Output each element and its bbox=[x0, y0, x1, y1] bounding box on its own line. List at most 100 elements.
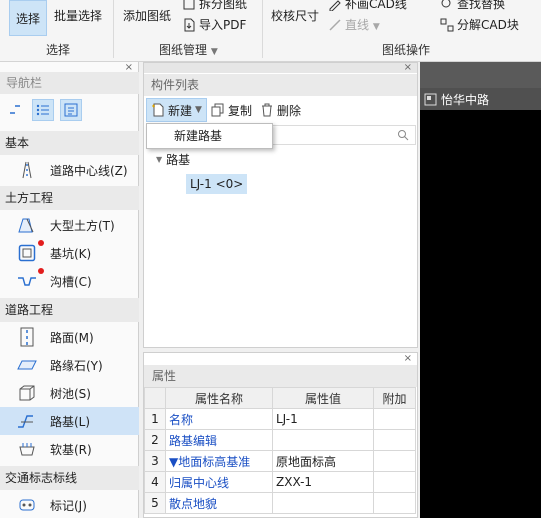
nav-title: 导航栏 bbox=[0, 72, 139, 94]
foundation-pit-icon bbox=[16, 240, 44, 264]
close-icon[interactable]: × bbox=[404, 353, 412, 364]
collapse-button[interactable] bbox=[4, 99, 26, 121]
row-index: 4 bbox=[144, 471, 166, 493]
canvas-tab-strip bbox=[420, 62, 541, 88]
nav-item-subgrade[interactable]: 路基(L) bbox=[0, 407, 139, 435]
nav-item-tree-pit[interactable]: 树池(S) bbox=[0, 379, 139, 407]
nav-item-label: 道路中心线(Z) bbox=[50, 163, 128, 178]
tree-node-subgrade[interactable]: ▼ 路基 bbox=[156, 151, 190, 168]
property-name: 散点地貌 bbox=[165, 492, 273, 514]
fill-cad-line-label: 补画CAD线 bbox=[345, 0, 407, 11]
split-drawing-label: 拆分图纸 bbox=[199, 0, 248, 11]
property-extra[interactable] bbox=[373, 492, 416, 514]
delete-button[interactable]: 删除 bbox=[256, 98, 305, 122]
import-pdf-label: 导入PDF bbox=[199, 18, 247, 32]
table-row[interactable]: 3 ▼地面标高基准 原地面标高 bbox=[144, 450, 416, 472]
component-list-title: 构件列表 bbox=[144, 74, 417, 96]
property-value[interactable]: 原地面标高 bbox=[272, 450, 374, 472]
explode-cad-label: 分解CAD块 bbox=[457, 18, 519, 32]
new-file-icon bbox=[152, 103, 164, 117]
new-button[interactable]: 新建 ▼ bbox=[146, 98, 207, 122]
table-row[interactable]: 5 散点地貌 bbox=[144, 492, 416, 514]
detail-view-button[interactable] bbox=[60, 99, 82, 121]
nav-item-label: 基坑(K) bbox=[50, 246, 92, 261]
detail-icon bbox=[64, 103, 78, 117]
split-drawing-button[interactable]: 拆分图纸 bbox=[182, 0, 247, 12]
pavement-icon bbox=[16, 326, 38, 348]
properties-title: 属性 bbox=[144, 365, 417, 387]
check-size-button[interactable]: 校核尺寸 bbox=[271, 7, 319, 24]
nav-item-label: 沟槽(C) bbox=[50, 274, 92, 289]
split-drawing-icon bbox=[183, 0, 195, 10]
property-value[interactable] bbox=[272, 429, 374, 451]
copy-icon bbox=[211, 103, 224, 117]
nav-item-curb[interactable]: 路缘石(Y) bbox=[0, 351, 139, 379]
list-view-button[interactable] bbox=[32, 99, 54, 121]
property-extra[interactable] bbox=[373, 450, 416, 472]
line-label: 直线 bbox=[345, 18, 370, 32]
line-button[interactable]: 直线 ▼ bbox=[328, 16, 380, 33]
nav-item-earthwork[interactable]: 大型土方(T) bbox=[0, 211, 139, 239]
new-label: 新建 bbox=[168, 103, 193, 118]
tree-leaf-lj1[interactable]: LJ-1 <0> bbox=[186, 174, 248, 194]
find-replace-icon bbox=[441, 0, 451, 8]
close-icon[interactable]: × bbox=[404, 62, 412, 73]
property-extra[interactable] bbox=[373, 429, 416, 451]
nav-item-label: 树池(S) bbox=[50, 386, 91, 401]
category-traffic-signs[interactable]: 交通标志标线 bbox=[0, 466, 139, 490]
properties-panel: × 属性 属性名称 属性值 附加 1 名称 LJ-1 2 路基编辑 3 ▼地面标… bbox=[143, 352, 418, 518]
chevron-down-icon: ▼ bbox=[195, 105, 202, 115]
property-extra[interactable] bbox=[373, 408, 416, 430]
nav-view-toolbar bbox=[4, 99, 82, 121]
property-value[interactable] bbox=[272, 492, 374, 514]
add-drawing-button[interactable]: 添加图纸 bbox=[123, 7, 171, 24]
component-list-panel: × 构件列表 新建 ▼ 复制 删除 ▼ 路基 LJ-1 <0> bbox=[143, 62, 418, 348]
drawing-mgmt-group-label[interactable]: 图纸管理 ▼ bbox=[159, 41, 218, 58]
drawing-tab[interactable]: 怡华中路 bbox=[420, 88, 541, 110]
group-divider bbox=[113, 0, 114, 58]
table-row[interactable]: 2 路基编辑 bbox=[144, 429, 416, 451]
property-name: 路基编辑 bbox=[165, 429, 273, 451]
fill-cad-line-button[interactable]: 补画CAD线 bbox=[328, 0, 407, 12]
explode-cad-button[interactable]: 分解CAD块 bbox=[440, 16, 519, 33]
find-replace-label: 查找替换 bbox=[457, 0, 506, 11]
table-row[interactable]: 4 归属中心线 ZXX-1 bbox=[144, 471, 416, 493]
nav-item-soft-foundation[interactable]: 软基(R) bbox=[0, 435, 139, 463]
table-header-extra: 附加 bbox=[373, 387, 416, 409]
drawing-ops-group-label: 图纸操作 bbox=[382, 43, 431, 57]
copy-button[interactable]: 复制 bbox=[207, 98, 256, 122]
select-label: 选择 bbox=[15, 11, 40, 26]
line-icon bbox=[329, 19, 341, 31]
category-basic[interactable]: 基本 bbox=[0, 131, 139, 155]
copy-label: 复制 bbox=[227, 103, 252, 118]
select-button[interactable]: 选择 bbox=[9, 0, 47, 36]
drawing-canvas[interactable]: 怡华中路 bbox=[420, 62, 541, 518]
import-pdf-button[interactable]: 导入PDF bbox=[182, 16, 246, 33]
drawing-mgmt-group-text: 图纸管理 bbox=[159, 43, 208, 57]
nav-item-label: 路面(M) bbox=[50, 330, 94, 345]
category-road-works[interactable]: 道路工程 bbox=[0, 298, 139, 322]
nav-item-label: 软基(R) bbox=[50, 442, 92, 457]
nav-item-pavement[interactable]: 路面(M) bbox=[0, 323, 139, 351]
nav-item-trench[interactable]: 沟槽(C) bbox=[0, 267, 139, 295]
table-row[interactable]: 1 名称 LJ-1 bbox=[144, 408, 416, 430]
find-replace-button[interactable]: 查找替换 bbox=[440, 0, 505, 12]
nav-item-foundation-pit[interactable]: 基坑(K) bbox=[0, 239, 139, 267]
category-earthwork[interactable]: 土方工程 bbox=[0, 186, 139, 210]
drawing-tab-label: 怡华中路 bbox=[441, 92, 490, 107]
property-extra[interactable] bbox=[373, 471, 416, 493]
tree-node-label: 路基 bbox=[166, 153, 191, 167]
property-value[interactable]: LJ-1 bbox=[272, 408, 374, 430]
property-value[interactable]: ZXX-1 bbox=[272, 471, 374, 493]
menu-item-new-subgrade[interactable]: 新建路基 bbox=[174, 129, 222, 143]
nav-item-label: 大型土方(T) bbox=[50, 218, 115, 233]
row-index: 5 bbox=[144, 492, 166, 514]
new-dropdown-menu: 新建路基 bbox=[146, 123, 273, 149]
table-header-row: 属性名称 属性值 附加 bbox=[144, 387, 416, 409]
nav-item-marking[interactable]: 标记(J) bbox=[0, 491, 139, 518]
nav-item-road-centerline[interactable]: 道路中心线(Z) bbox=[0, 156, 139, 184]
batch-select-button[interactable]: 批量选择 bbox=[54, 7, 102, 24]
chevron-down-icon: ▼ bbox=[210, 47, 218, 57]
row-index: 3 bbox=[144, 450, 166, 472]
table-header-value: 属性值 bbox=[272, 387, 374, 409]
